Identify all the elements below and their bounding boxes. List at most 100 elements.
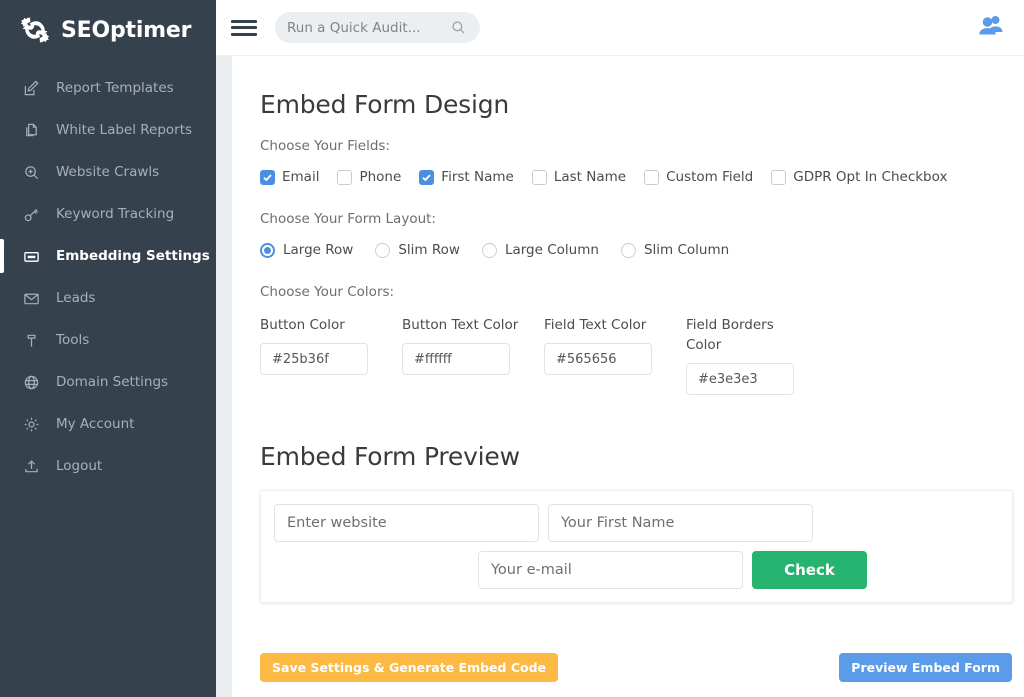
checkbox-gdpr-opt-in[interactable]: GDPR Opt In Checkbox <box>771 169 947 185</box>
gears-logo-icon <box>18 13 52 47</box>
color-label: Button Text Color <box>402 315 527 335</box>
copy-pages-icon <box>22 121 40 139</box>
logout-upload-icon <box>22 457 40 475</box>
radio-circle[interactable] <box>260 243 275 258</box>
layout-legend: Choose Your Form Layout: <box>260 211 1024 227</box>
checkbox-custom-field[interactable]: Custom Field <box>644 169 753 185</box>
app-root: SEOptimer Report Templates White Label R… <box>0 0 1024 697</box>
preview-row-spacer <box>274 551 469 552</box>
sidebar-item-embedding-settings[interactable]: Embedding Settings <box>0 235 216 277</box>
sidebar-item-keyword-tracking[interactable]: Keyword Tracking <box>0 193 216 235</box>
color-field-field-borders-color: Field Borders Color <box>686 315 791 395</box>
sidebar-item-domain-settings[interactable]: Domain Settings <box>0 361 216 403</box>
sidebar-item-leads[interactable]: Leads <box>0 277 216 319</box>
radio-large-column[interactable]: Large Column <box>482 242 599 258</box>
checkbox-label: Custom Field <box>666 169 753 185</box>
sidebar-item-white-label-reports[interactable]: White Label Reports <box>0 109 216 151</box>
envelope-icon <box>22 289 40 307</box>
sidebar-item-website-crawls[interactable]: Website Crawls <box>0 151 216 193</box>
radio-label: Large Column <box>505 242 599 258</box>
top-header <box>216 0 1024 56</box>
fields-checkbox-group: Email Phone First Name Last Name <box>260 169 1024 185</box>
sidebar-item-label: My Account <box>56 416 134 432</box>
radio-large-row[interactable]: Large Row <box>260 242 353 258</box>
checkbox-label: Email <box>282 169 319 185</box>
sidebar-item-label: White Label Reports <box>56 122 192 138</box>
preview-email-input[interactable] <box>478 551 743 589</box>
color-label: Field Borders Color <box>686 315 791 355</box>
quick-audit-search[interactable] <box>275 12 480 43</box>
color-field-button-color: Button Color <box>260 315 385 375</box>
color-field-button-text-color: Button Text Color <box>402 315 527 375</box>
footer-actions: Save Settings & Generate Embed Code Prev… <box>260 653 1012 682</box>
field-borders-color-input[interactable] <box>686 363 794 395</box>
sidebar-item-logout[interactable]: Logout <box>0 445 216 487</box>
field-text-color-input[interactable] <box>544 343 652 375</box>
checkbox-box[interactable] <box>419 170 434 185</box>
radio-label: Slim Column <box>644 242 729 258</box>
sidebar-item-label: Logout <box>56 458 102 474</box>
checkbox-label: Phone <box>359 169 401 185</box>
people-icon[interactable] <box>978 14 1004 40</box>
hamburger-icon[interactable] <box>231 18 257 38</box>
page-title: Embed Form Design <box>260 90 1024 119</box>
brand-name: SEOptimer <box>61 18 191 43</box>
search-icon <box>451 20 466 39</box>
radio-circle[interactable] <box>621 243 636 258</box>
globe-icon <box>22 373 40 391</box>
checkbox-box[interactable] <box>337 170 352 185</box>
layout-radio-group: Large Row Slim Row Large Column Slim Col… <box>260 242 1024 258</box>
sidebar-item-label: Report Templates <box>56 80 174 96</box>
color-label: Field Text Color <box>544 315 669 335</box>
main-content: Embed Form Design Choose Your Fields: Em… <box>232 56 1024 697</box>
radio-slim-column[interactable]: Slim Column <box>621 242 729 258</box>
fields-legend: Choose Your Fields: <box>260 138 1024 154</box>
sidebar-item-report-templates[interactable]: Report Templates <box>0 67 216 109</box>
checkbox-label: Last Name <box>554 169 626 185</box>
checkbox-email[interactable]: Email <box>260 169 319 185</box>
checkbox-label: GDPR Opt In Checkbox <box>793 169 947 185</box>
checkbox-last-name[interactable]: Last Name <box>532 169 626 185</box>
radio-circle[interactable] <box>482 243 497 258</box>
checkbox-first-name[interactable]: First Name <box>419 169 514 185</box>
hammer-icon <box>22 331 40 349</box>
radio-circle[interactable] <box>375 243 390 258</box>
button-text-color-input[interactable] <box>402 343 510 375</box>
checkbox-box[interactable] <box>771 170 786 185</box>
checkbox-box[interactable] <box>260 170 275 185</box>
sidebar-item-label: Leads <box>56 290 95 306</box>
checkbox-phone[interactable]: Phone <box>337 169 401 185</box>
sidebar-item-tools[interactable]: Tools <box>0 319 216 361</box>
preview-check-button[interactable]: Check <box>752 551 867 589</box>
save-settings-button[interactable]: Save Settings & Generate Embed Code <box>260 653 558 682</box>
embed-form-preview-card: Check <box>260 490 1013 603</box>
radio-label: Large Row <box>283 242 353 258</box>
sidebar-item-label: Embedding Settings <box>56 248 210 264</box>
magnifier-plus-icon <box>22 163 40 181</box>
color-field-field-text-color: Field Text Color <box>544 315 669 375</box>
preview-title: Embed Form Preview <box>260 442 1024 471</box>
checkbox-box[interactable] <box>644 170 659 185</box>
sidebar-item-label: Keyword Tracking <box>56 206 174 222</box>
sidebar-item-label: Domain Settings <box>56 374 168 390</box>
brand[interactable]: SEOptimer <box>0 0 216 60</box>
sidebar-item-my-account[interactable]: My Account <box>0 403 216 445</box>
search-input[interactable] <box>287 20 447 36</box>
gear-icon <box>22 415 40 433</box>
layout-section: Choose Your Form Layout: Large Row Slim … <box>260 211 1024 258</box>
preview-website-input[interactable] <box>274 504 539 542</box>
radio-label: Slim Row <box>398 242 460 258</box>
button-color-input[interactable] <box>260 343 368 375</box>
preview-first-name-input[interactable] <box>548 504 813 542</box>
colors-section: Choose Your Colors: Button Color Button … <box>260 284 1024 395</box>
checkbox-label: First Name <box>441 169 514 185</box>
colors-row: Button Color Button Text Color Field Tex… <box>260 315 1024 395</box>
embed-box-icon <box>22 247 40 265</box>
color-label: Button Color <box>260 315 385 335</box>
sidebar: SEOptimer Report Templates White Label R… <box>0 0 216 697</box>
sidebar-item-label: Tools <box>56 332 89 348</box>
radio-slim-row[interactable]: Slim Row <box>375 242 460 258</box>
preview-embed-form-button[interactable]: Preview Embed Form <box>839 653 1012 682</box>
checkbox-box[interactable] <box>532 170 547 185</box>
sidebar-nav: Report Templates White Label Reports Web… <box>0 67 216 487</box>
